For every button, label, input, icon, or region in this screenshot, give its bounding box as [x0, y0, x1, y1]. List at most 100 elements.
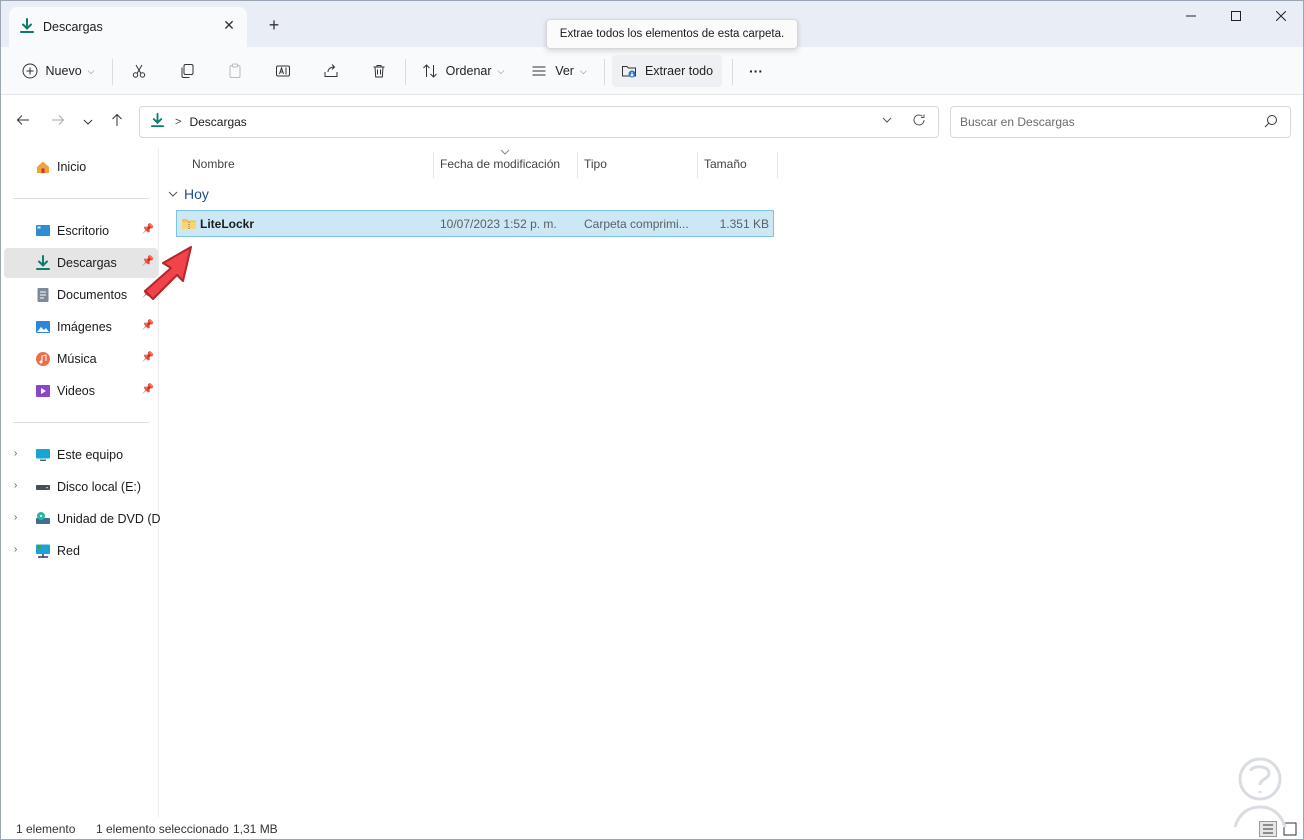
sidebar-item-label: Unidad de DVD (D:)	[57, 512, 169, 526]
pin-icon[interactable]: 📌	[142, 320, 154, 331]
sidebar-item-label: Imágenes	[57, 320, 112, 334]
column-header-size[interactable]: Tamaño	[697, 152, 777, 176]
sidebar-item-label: Este equipo	[57, 448, 124, 462]
pin-icon[interactable]: 📌	[142, 224, 154, 235]
group-header-hoy[interactable]: Hoy	[168, 186, 209, 202]
rename-button[interactable]	[269, 55, 297, 87]
extract-all-button[interactable]: Extraer todo	[612, 55, 722, 87]
search-input[interactable]: Buscar en Descargas	[960, 115, 1075, 129]
column-separator[interactable]	[777, 152, 778, 178]
sidebar-item-label: Documentos	[57, 288, 128, 302]
sidebar-item-disco-local[interactable]: › Disco local (E:)	[4, 472, 158, 502]
sidebar-item-red[interactable]: › Red	[4, 536, 158, 566]
divider	[13, 198, 149, 199]
sort-icon	[422, 64, 437, 78]
sort-button[interactable]: Ordenar ⌵	[415, 55, 511, 87]
more-options-button[interactable]: ···	[742, 55, 770, 87]
address-dropdown-icon[interactable]	[882, 115, 892, 128]
extract-all-tooltip: Extrae todos los elementos de esta carpe…	[546, 19, 798, 49]
plus-circle-icon	[22, 63, 38, 79]
breadcrumb-separator[interactable]: >	[175, 116, 181, 128]
tab-close-icon[interactable]: ✕	[221, 17, 237, 33]
copy-icon	[181, 64, 194, 78]
search-icon[interactable]	[1264, 114, 1278, 131]
sidebar-item-label: Disco local (E:)	[57, 480, 142, 494]
divider	[13, 422, 149, 423]
status-item-count: 1 elemento	[16, 822, 76, 836]
pin-icon[interactable]: 📌	[142, 352, 154, 363]
chevron-right-icon[interactable]: ›	[14, 448, 17, 459]
file-type: Carpeta comprimi...	[584, 217, 689, 231]
sidebar-item-descargas[interactable]: Descargas 📌	[4, 248, 158, 278]
paste-button[interactable]	[221, 55, 249, 87]
group-label: Hoy	[184, 186, 209, 202]
close-button[interactable]	[1256, 1, 1303, 31]
cut-button[interactable]	[125, 55, 153, 87]
column-header-type[interactable]: Tipo	[577, 152, 697, 176]
file-explorer-window: Descargas ✕ + Nuevo ⌵ Ordenar ⌵ Ver ⌵ Ex…	[0, 0, 1304, 840]
sidebar-item-escritorio[interactable]: Escritorio 📌	[4, 216, 158, 246]
chevron-right-icon[interactable]: ›	[14, 544, 17, 555]
status-size: 1,31 MB	[233, 822, 278, 836]
new-button[interactable]: Nuevo ⌵	[15, 55, 101, 87]
dvd-icon	[36, 512, 50, 524]
sidebar-item-documentos[interactable]: Documentos 📌	[4, 280, 158, 310]
pictures-icon	[36, 321, 50, 333]
new-tab-button[interactable]: +	[263, 14, 285, 36]
status-selection: 1 elemento seleccionado	[96, 822, 229, 836]
sidebar-item-videos[interactable]: Videos 📌	[4, 376, 158, 406]
sidebar-item-label: Red	[57, 544, 80, 558]
column-header-date[interactable]: Fecha de modificación	[433, 152, 577, 176]
sidebar-item-este-equipo[interactable]: › Este equipo	[4, 440, 158, 470]
file-name: LiteLockr	[200, 217, 255, 231]
file-date: 10/07/2023 1:52 p. m.	[440, 217, 557, 231]
tab-descargas[interactable]: Descargas ✕	[9, 7, 247, 47]
address-bar[interactable]: > Descargas	[139, 106, 939, 138]
zip-folder-icon	[182, 219, 196, 229]
recent-locations-button[interactable]	[77, 112, 99, 134]
chevron-right-icon[interactable]: ›	[14, 512, 17, 523]
copy-button[interactable]	[173, 55, 201, 87]
breadcrumb-descargas[interactable]: Descargas	[189, 115, 246, 129]
tab-label: Descargas	[43, 20, 103, 34]
chevron-right-icon[interactable]: ›	[14, 480, 17, 491]
view-button[interactable]: Ver ⌵	[523, 55, 595, 87]
maximize-icon	[1231, 11, 1241, 21]
scissors-icon	[132, 64, 146, 78]
sidebar-item-inicio[interactable]: Inicio	[4, 152, 158, 182]
rename-icon	[276, 65, 290, 77]
back-button[interactable]	[12, 112, 34, 134]
column-header-name[interactable]: Nombre	[185, 152, 433, 176]
forward-button[interactable]	[47, 112, 69, 134]
view-lines-icon	[532, 66, 546, 76]
up-button[interactable]	[106, 112, 128, 134]
drive-icon	[36, 485, 50, 490]
file-size: 1.351 KB	[719, 217, 769, 231]
divider	[112, 59, 113, 85]
sidebar-item-label: Videos	[57, 384, 95, 398]
table-row[interactable]: LiteLockr 10/07/2023 1:52 p. m. Carpeta …	[176, 210, 774, 237]
maximize-button[interactable]	[1211, 1, 1261, 31]
home-icon	[37, 161, 49, 173]
extract-folder-icon	[621, 66, 636, 78]
sidebar-item-dvd[interactable]: › Unidad de DVD (D:)	[4, 504, 168, 534]
sort-label: Ordenar	[445, 64, 492, 78]
delete-button[interactable]	[365, 55, 393, 87]
close-icon	[1275, 10, 1287, 22]
chevron-down-icon	[168, 191, 178, 197]
share-button[interactable]	[317, 55, 345, 87]
pin-icon[interactable]: 📌	[142, 384, 154, 395]
videos-icon	[36, 385, 50, 397]
minimize-button[interactable]	[1166, 1, 1216, 31]
download-icon	[36, 255, 50, 270]
computer-icon	[36, 449, 50, 461]
search-box[interactable]: Buscar en Descargas	[950, 106, 1291, 138]
sidebar-item-label: Escritorio	[57, 224, 110, 238]
sidebar-item-musica[interactable]: Música 📌	[4, 344, 158, 374]
view-label: Ver	[555, 64, 574, 78]
sidebar-item-imagenes[interactable]: Imágenes 📌	[4, 312, 158, 342]
divider	[604, 59, 605, 85]
sidebar-item-label: Música	[57, 352, 97, 366]
refresh-icon[interactable]	[912, 113, 926, 131]
document-icon	[37, 288, 49, 302]
